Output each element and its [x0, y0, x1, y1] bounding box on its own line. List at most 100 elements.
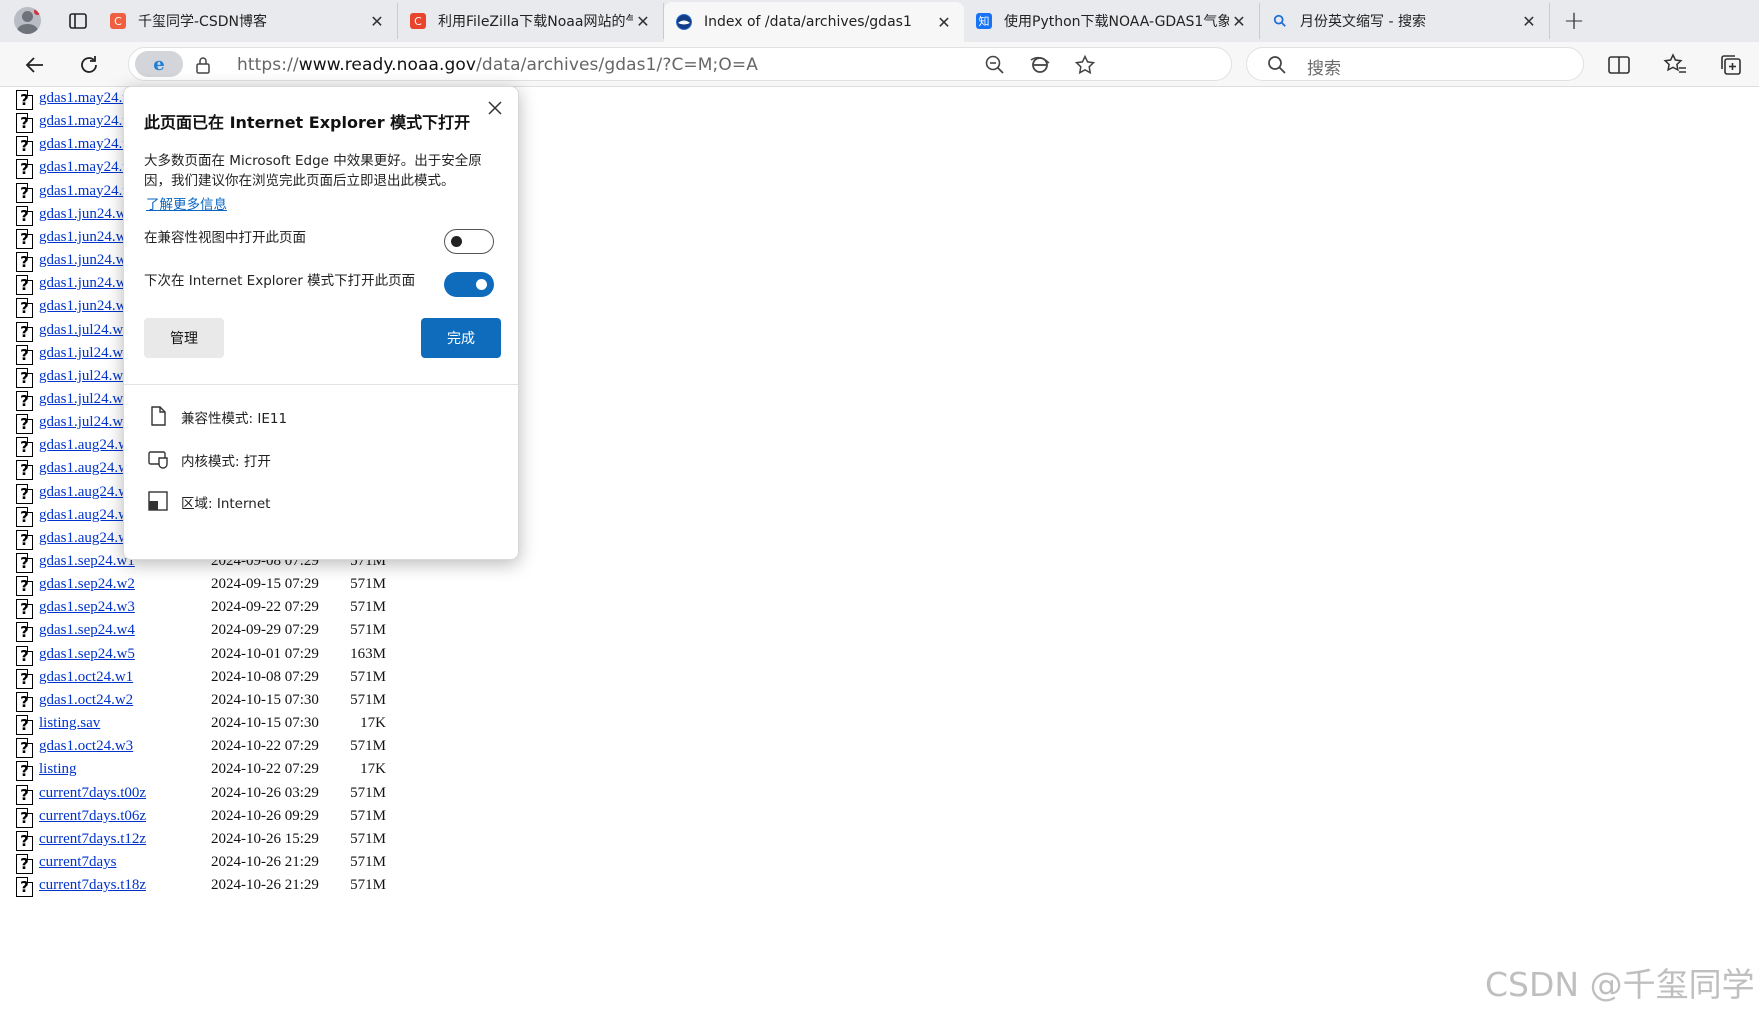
tab-title: Index of /data/archives/gdas1 — [704, 14, 912, 30]
reopen-ie-mode-toggle[interactable] — [444, 272, 494, 297]
file-link[interactable]: current7days.t00z — [39, 785, 146, 802]
file-link[interactable]: gdas1.aug24.w — [39, 460, 129, 477]
close-icon[interactable]: ✕ — [1229, 12, 1249, 31]
close-icon[interactable]: ✕ — [1519, 12, 1539, 31]
file-link[interactable]: gdas1.sep24.w3 — [39, 599, 135, 616]
file-row: ? gdas1.oct24.w1 2024-10-08 07:29 571M — [16, 667, 416, 689]
file-date: 2024-10-01 07:29 — [211, 645, 319, 662]
ie-mode-badge[interactable]: e — [135, 51, 183, 77]
noaa-icon — [676, 14, 692, 30]
file-link[interactable]: gdas1.oct24.w2 — [39, 692, 133, 709]
learn-more-link[interactable]: 了解更多信息 — [146, 193, 227, 213]
close-icon[interactable]: ✕ — [934, 13, 954, 32]
favorite-star-icon[interactable] — [1074, 54, 1096, 76]
file-link[interactable]: gdas1.sep24.w5 — [39, 646, 135, 663]
tab-actions-icon[interactable] — [58, 0, 98, 42]
engine-mode-info: 内核模式: 打开 — [146, 447, 486, 471]
file-link[interactable]: gdas1.may24.w — [39, 90, 133, 107]
done-button[interactable]: 完成 — [421, 318, 501, 358]
file-link[interactable]: gdas1.oct24.w1 — [39, 669, 133, 686]
file-link[interactable]: gdas1.may24.w — [39, 159, 133, 176]
close-icon[interactable] — [484, 97, 506, 119]
file-size: 571M — [350, 853, 386, 870]
file-link[interactable]: current7days.t18z — [39, 877, 146, 894]
tab-title: 千玺同学-CSDN博客 — [138, 14, 267, 30]
tab-filezilla-article[interactable]: C 利用FileZilla下载Noaa网站的气象 ✕ — [398, 3, 664, 39]
unknown-file-icon: ? — [16, 321, 33, 342]
file-link[interactable]: gdas1.jun24.w — [39, 252, 127, 269]
file-link[interactable]: gdas1.jul24.w — [39, 345, 123, 362]
close-icon[interactable]: ✕ — [367, 12, 387, 31]
file-link[interactable]: gdas1.jul24.w — [39, 322, 123, 339]
unknown-file-icon: ? — [16, 390, 33, 411]
file-row: ? listing.sav 2024-10-15 07:30 17K — [16, 713, 416, 736]
zone-info: 区域: Internet — [146, 489, 486, 513]
close-icon[interactable]: ✕ — [633, 12, 653, 31]
file-link[interactable]: gdas1.jul24.w — [39, 414, 123, 431]
unknown-file-icon: ? — [16, 715, 33, 736]
split-screen-icon[interactable] — [1606, 52, 1632, 78]
tab-noaa-index[interactable]: Index of /data/archives/gdas1 ✕ — [664, 2, 964, 42]
csdn-icon: C — [110, 13, 126, 29]
unknown-file-icon: ? — [16, 506, 33, 527]
file-link[interactable]: gdas1.sep24.w4 — [39, 622, 135, 639]
file-link[interactable]: gdas1.aug24.w — [39, 484, 129, 501]
file-link[interactable]: current7days — [39, 854, 116, 871]
file-link[interactable]: gdas1.jun24.w — [39, 206, 127, 223]
file-date: 2024-10-26 03:29 — [211, 784, 319, 801]
file-link[interactable]: gdas1.oct24.w3 — [39, 738, 133, 755]
zoom-out-icon[interactable] — [984, 54, 1006, 76]
file-date: 2024-09-22 07:29 — [211, 599, 319, 616]
unknown-file-icon: ? — [16, 576, 33, 597]
file-size: 571M — [350, 691, 386, 708]
url-prefix: https:// — [237, 55, 299, 75]
tab-search[interactable]: 月份英文缩写 - 搜索 ✕ — [1260, 3, 1550, 39]
unknown-file-icon: ? — [16, 182, 33, 203]
favorites-icon[interactable] — [1662, 52, 1688, 78]
search-box[interactable]: 搜索 — [1246, 47, 1584, 81]
compat-view-toggle[interactable] — [444, 229, 494, 254]
file-link[interactable]: gdas1.aug24.w5 — [39, 530, 137, 547]
file-link[interactable]: current7days.t06z — [39, 808, 146, 825]
file-link[interactable]: gdas1.jun24.w — [39, 229, 127, 246]
file-row: ? current7days.t12z 2024-10-26 15:29 571M — [16, 829, 416, 851]
tab-strip: C 千玺同学-CSDN博客 ✕ C 利用FileZilla下载Noaa网站的气象… — [0, 0, 1759, 42]
profile-avatar[interactable] — [14, 7, 41, 34]
collections-icon[interactable] — [1718, 52, 1744, 78]
watermark: CSDN @千玺同学 — [1485, 965, 1755, 1004]
file-link[interactable]: listing — [39, 761, 77, 778]
back-arrow-icon — [25, 57, 43, 73]
refresh-button[interactable] — [74, 50, 104, 80]
file-link[interactable]: gdas1.aug24.w4 — [39, 507, 137, 524]
file-link[interactable]: gdas1.may24.w — [39, 136, 133, 153]
lock-icon[interactable] — [193, 55, 213, 75]
file-link[interactable]: gdas1.jul24.w — [39, 391, 123, 408]
file-row: ? gdas1.sep24.w2 2024-09-15 07:29 571M — [16, 574, 416, 597]
back-button[interactable] — [20, 50, 50, 80]
tab-zhihu-article[interactable]: 知 使用Python下载NOAA-GDAS1气象 ✕ — [964, 3, 1260, 39]
file-link[interactable]: gdas1.sep24.w1 — [39, 553, 135, 570]
file-link[interactable]: gdas1.jul24.w — [39, 368, 123, 385]
file-date: 2024-10-26 21:29 — [211, 877, 319, 894]
unknown-file-icon: ? — [16, 877, 33, 898]
tab-csdn-blog[interactable]: C 千玺同学-CSDN博客 ✕ — [98, 3, 398, 39]
new-tab-button[interactable]: + — [1550, 3, 1598, 39]
unknown-file-icon: ? — [16, 344, 33, 365]
file-link[interactable]: gdas1.may24.w — [39, 113, 133, 130]
file-row: ? current7days.t00z 2024-10-26 03:29 571M — [16, 783, 416, 805]
url-text[interactable]: https://www.ready.noaa.gov/data/archives… — [237, 55, 758, 75]
file-link[interactable]: gdas1.may24.w — [39, 183, 133, 200]
file-link[interactable]: gdas1.sep24.w2 — [39, 576, 135, 593]
csdn-icon: C — [410, 13, 426, 29]
manage-button[interactable]: 管理 — [144, 318, 224, 358]
file-link[interactable]: gdas1.aug24.w — [39, 437, 129, 454]
file-link[interactable]: listing.sav — [39, 715, 100, 732]
file-link[interactable]: gdas1.jun24.w — [39, 298, 127, 315]
file-link[interactable]: gdas1.jun24.w — [39, 275, 127, 292]
address-bar[interactable]: e https://www.ready.noaa.gov/data/archiv… — [128, 47, 1232, 81]
unknown-file-icon: ? — [16, 159, 33, 180]
profile-area — [0, 0, 58, 42]
file-link[interactable]: current7days.t12z — [39, 831, 146, 848]
ie-mode-toggle-icon[interactable] — [1029, 54, 1051, 76]
file-row: ? gdas1.sep24.w3 2024-09-22 07:29 571M — [16, 597, 416, 620]
